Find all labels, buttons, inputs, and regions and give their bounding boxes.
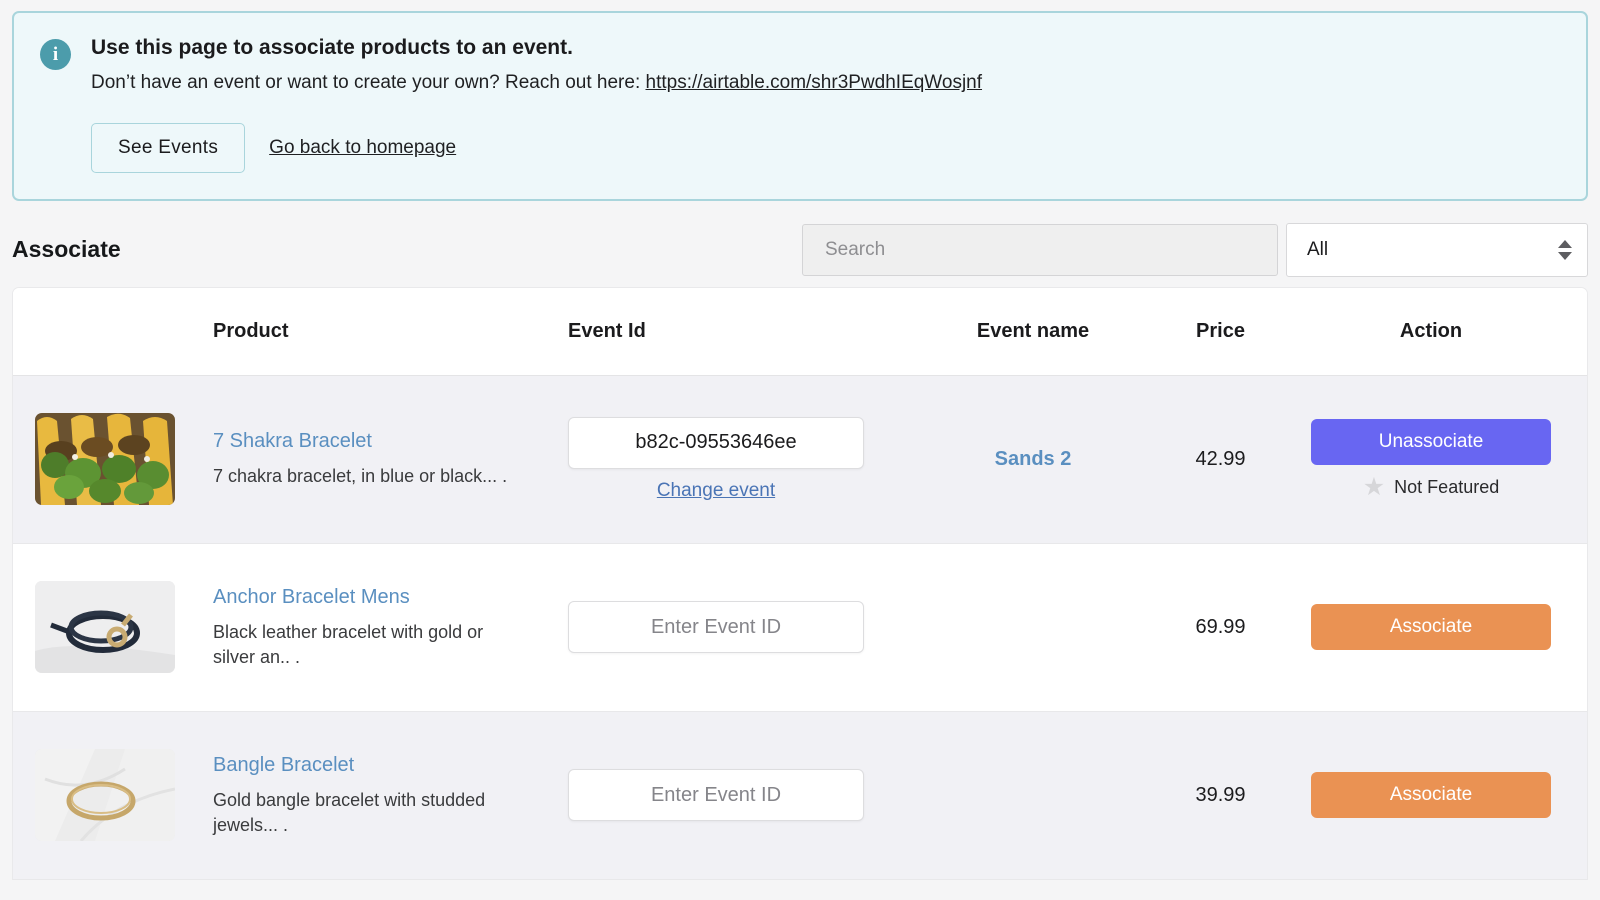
product-name-link[interactable]: Bangle Bracelet (213, 753, 568, 777)
product-description: 7 chakra bracelet, in blue or black... . (213, 466, 508, 487)
event-id-input[interactable] (568, 601, 864, 654)
product-thumbnail-cell (13, 581, 213, 674)
product-description: Black leather bracelet with gold or silv… (213, 622, 484, 667)
associate-button[interactable]: Associate (1311, 772, 1551, 819)
search-input[interactable] (802, 223, 1278, 276)
table-toolbar: Associate All (12, 221, 1588, 279)
product-name-link[interactable]: 7 Shakra Bracelet (213, 429, 568, 453)
info-banner-subtitle-text: Don’t have an event or want to create yo… (91, 72, 646, 94)
info-icon: i (40, 39, 71, 70)
event-id-input[interactable] (568, 416, 864, 469)
tacos-photo (35, 413, 175, 506)
airtable-link[interactable]: https://airtable.com/shr3PwdhIEqWosjnf (646, 72, 983, 93)
price-value: 69.99 (1195, 615, 1246, 638)
column-header-price: Price (1196, 319, 1245, 342)
product-cell: Anchor Bracelet Mens Black leather brace… (213, 585, 568, 670)
column-header-event-id: Event Id (568, 319, 646, 342)
price-cell: 39.99 (1148, 784, 1293, 807)
column-header-event-name: Event name (976, 319, 1090, 342)
filter-select-wrapper: All (1286, 222, 1588, 277)
action-cell: Unassociate ★ Not Featured (1293, 418, 1587, 500)
price-cell: 69.99 (1148, 616, 1293, 639)
product-thumbnail-cell (13, 749, 213, 842)
action-cell: Associate (1293, 604, 1587, 651)
table-header-row: Product Event Id Event name Price Action (13, 287, 1587, 376)
action-cell: Associate (1293, 772, 1587, 819)
column-header-action: Action (1399, 319, 1463, 342)
event-id-cell: Change event (568, 416, 918, 502)
price-value: 42.99 (1195, 447, 1246, 470)
product-cell: 7 Shakra Bracelet 7 chakra bracelet, in … (213, 429, 568, 489)
anchor-bracelet-photo (35, 581, 175, 674)
product-name-link[interactable]: Anchor Bracelet Mens (213, 585, 568, 609)
products-table: Product Event Id Event name Price Action (12, 286, 1588, 880)
event-id-input[interactable] (568, 769, 864, 822)
featured-status-label: Not Featured (1394, 476, 1500, 497)
price-value: 39.99 (1195, 783, 1246, 806)
associate-button[interactable]: Associate (1311, 604, 1551, 651)
bangle-bracelet-photo (35, 749, 175, 842)
column-header-product: Product (213, 319, 289, 342)
page-title: Associate (12, 236, 121, 263)
info-banner: i Use this page to associate products to… (12, 11, 1588, 201)
unassociate-button[interactable]: Unassociate (1311, 418, 1551, 465)
event-id-cell (568, 769, 918, 822)
product-cell: Bangle Bracelet Gold bangle bracelet wit… (213, 753, 568, 838)
info-banner-title: Use this page to associate products to a… (91, 36, 573, 59)
product-thumbnail-cell (13, 413, 213, 506)
filter-select[interactable]: All (1286, 222, 1588, 277)
table-row: Bangle Bracelet Gold bangle bracelet wit… (13, 711, 1587, 880)
change-event-link[interactable]: Change event (568, 480, 864, 502)
event-name-cell: Sands 2 (918, 448, 1148, 471)
featured-status[interactable]: ★ Not Featured (1293, 474, 1569, 500)
see-events-button[interactable]: See Events (91, 122, 246, 173)
event-name-link[interactable]: Sands 2 (995, 448, 1072, 470)
info-banner-body: Use this page to associate products to a… (91, 35, 1560, 173)
info-banner-actions: See Events Go back to homepage (91, 122, 1560, 173)
event-id-cell (568, 601, 918, 654)
info-banner-subtitle: Don’t have an event or want to create yo… (91, 70, 1560, 96)
star-icon[interactable]: ★ (1363, 474, 1385, 500)
product-description: Gold bangle bracelet with studded jewels… (213, 790, 486, 835)
associate-products-page: i Use this page to associate products to… (0, 11, 1600, 900)
table-row: 7 Shakra Bracelet 7 chakra bracelet, in … (13, 375, 1587, 544)
go-back-to-homepage-link[interactable]: Go back to homepage (269, 137, 456, 159)
price-cell: 42.99 (1148, 448, 1293, 471)
table-row: Anchor Bracelet Mens Black leather brace… (13, 543, 1587, 712)
